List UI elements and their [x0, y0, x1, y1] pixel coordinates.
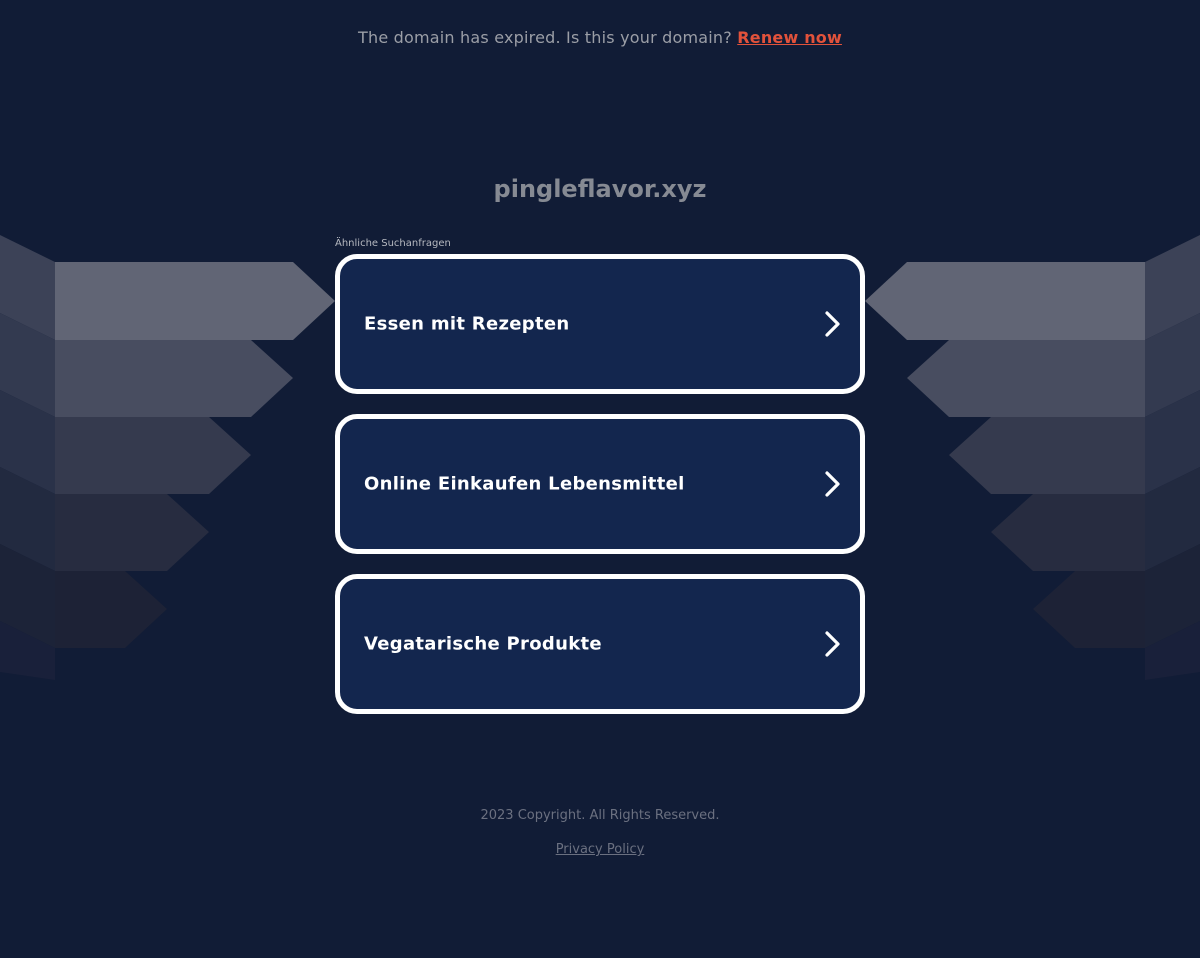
related-search-label: Vegatarische Produkte: [364, 633, 602, 655]
related-search-tile-1[interactable]: Essen mit Rezepten: [335, 254, 865, 394]
chevron-right-icon: [825, 631, 840, 657]
related-search-label: Online Einkaufen Lebensmittel: [364, 473, 685, 495]
related-search-tile-2[interactable]: Online Einkaufen Lebensmittel: [335, 414, 865, 554]
expired-domain-banner: The domain has expired. Is this your dom…: [0, 27, 1200, 49]
domain-name-title: pingleflavor.xyz: [493, 175, 707, 203]
privacy-policy-container: Privacy Policy: [0, 842, 1200, 857]
related-searches-label: Ähnliche Suchanfragen: [335, 238, 451, 249]
privacy-policy-link[interactable]: Privacy Policy: [556, 842, 645, 857]
parked-domain-page: The domain has expired. Is this your dom…: [0, 0, 1200, 958]
chevron-right-icon: [825, 311, 840, 337]
chevron-right-icon: [825, 471, 840, 497]
renew-now-link[interactable]: Renew now: [737, 28, 842, 47]
related-search-tile-3[interactable]: Vegatarische Produkte: [335, 574, 865, 714]
expired-domain-message: The domain has expired. Is this your dom…: [358, 28, 732, 47]
copyright-text: 2023 Copyright. All Rights Reserved.: [480, 808, 720, 823]
related-search-label: Essen mit Rezepten: [364, 313, 570, 335]
